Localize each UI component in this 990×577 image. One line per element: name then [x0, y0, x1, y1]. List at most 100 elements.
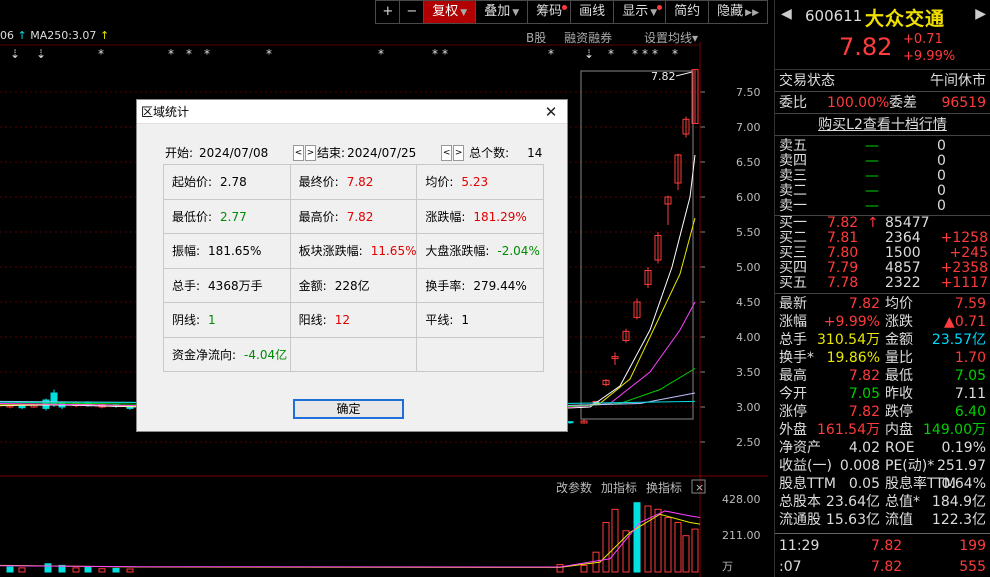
price-box: 7.82 +0.71 +9.99%: [775, 32, 990, 70]
stats-grid-row: 总手: 4368万手 金额: 228亿 换手率: 279.44%: [164, 268, 545, 303]
stats-value: 2.78: [220, 175, 247, 189]
stat-label: 内盘: [885, 422, 913, 438]
event-marker-icon[interactable]: *: [652, 47, 658, 61]
buy-l2-link[interactable]: 购买L2查看十档行情: [775, 114, 990, 136]
end-next-arrow-icon[interactable]: >: [453, 144, 465, 161]
range-stats-dialog[interactable]: 区域统计 ✕ 开始: 2024/07/08 < > 结束: 2024/07/25 …: [136, 99, 568, 432]
event-marker-icon[interactable]: *: [266, 47, 272, 61]
close-icon[interactable]: ✕: [541, 102, 561, 122]
price-axis-label: 2.50: [736, 436, 761, 449]
event-marker-icon[interactable]: *: [642, 47, 648, 61]
chips-button[interactable]: 筹码: [527, 0, 571, 24]
stats-label: 振幅:: [172, 244, 201, 258]
start-prev-arrow-icon[interactable]: <: [293, 144, 305, 161]
stat-value: 7.82: [848, 404, 880, 420]
event-marker-icon[interactable]: ⇣: [36, 47, 46, 61]
ask-label: 卖二: [779, 183, 807, 199]
bid-volume: 85477: [885, 215, 930, 231]
stats-value: 228亿: [334, 278, 370, 293]
event-marker-icon[interactable]: ⇣: [10, 47, 20, 61]
stat-row: 最新 7.82 均价 7.59: [775, 295, 990, 313]
set-ma-link[interactable]: 设置均线▾: [630, 31, 698, 45]
zoom-in-button[interactable]: +: [375, 0, 400, 24]
event-marker-icon[interactable]: *: [442, 47, 448, 61]
date-range-row: 开始: 2024/07/08 < > 结束: 2024/07/25 < > 总个数:…: [165, 144, 542, 161]
event-marker-icon[interactable]: *: [672, 47, 678, 61]
stats-cell: 均价: 5.23: [417, 165, 545, 200]
bid-label: 买四: [779, 260, 807, 276]
fuquan-button[interactable]: 复权 ▼: [423, 0, 476, 24]
stat-value: ▲0.71: [944, 314, 986, 330]
hide-button[interactable]: 隐藏 ▶▶: [708, 0, 768, 24]
bid-price: 7.78: [827, 275, 859, 291]
stats-cell: 换手率: 279.44%: [417, 268, 545, 303]
stats-grid-row: 阴线: 1 阳线: 12 平线: 1: [164, 303, 545, 338]
kline-chart-panel[interactable]: 7.50 7.00 6.50 6.00 5.50 5.00 4.50 4.00 3.50 3.00…: [0, 0, 768, 577]
ma-prefix: 06: [0, 29, 14, 42]
stat-label: 总值*: [885, 494, 920, 510]
stat-row: 净资产 4.02 ROE 0.19%: [775, 439, 990, 457]
zoom-out-button[interactable]: −: [399, 0, 424, 24]
overlay-button[interactable]: 叠加 ▼: [475, 0, 528, 24]
stat-value: 6.40: [954, 404, 986, 420]
ask-volume: 0: [937, 168, 946, 184]
stat-label: 净资产: [779, 440, 821, 456]
price-axis-label: 7.50: [736, 86, 761, 99]
bid-volume-change: +2358: [940, 260, 988, 276]
price-axis-label: 4.00: [736, 331, 761, 344]
bid-row: 买四 7.79 4857 +2358: [775, 261, 990, 276]
event-marker-icon[interactable]: *: [168, 47, 174, 61]
chevron-down-icon: ▼: [460, 8, 468, 18]
display-button[interactable]: 显示 ▼: [613, 0, 666, 24]
event-marker-icon[interactable]: ⇣: [584, 47, 594, 61]
tick-list: 11:29 7.82 199:07 7.82 555: [775, 533, 990, 577]
price-axis-label: 7.00: [736, 121, 761, 134]
stat-value: 161.54万: [817, 422, 880, 438]
stat-label: 收益(一): [779, 458, 832, 474]
simple-mode-button[interactable]: 简约: [665, 0, 709, 24]
stat-value: 23.64亿: [825, 494, 880, 510]
stats-cell: 阳线: 12: [290, 303, 418, 338]
event-marker-icon[interactable]: *: [548, 47, 554, 61]
volume-bar: [611, 508, 619, 573]
ask-price: —: [865, 138, 879, 154]
volume-bar: [644, 505, 652, 573]
stat-row: 流通股 15.63亿 流值 122.3亿: [775, 511, 990, 529]
volume-bar: [72, 567, 80, 573]
ask-label: 卖一: [779, 198, 807, 214]
switch-indicator-link[interactable]: 换指标: [646, 480, 682, 495]
ask-volume: 0: [937, 198, 946, 214]
event-marker-icon[interactable]: *: [204, 47, 210, 61]
stats-cell: 涨跌幅: 181.29%: [417, 199, 545, 234]
end-prev-arrow-icon[interactable]: <: [441, 144, 453, 161]
change-params-link[interactable]: 改参数: [556, 480, 592, 495]
stat-value: 7.59: [954, 296, 986, 312]
stat-value: 251.97: [937, 458, 986, 474]
ask-price: —: [865, 153, 879, 169]
stats-label: 总手:: [172, 278, 201, 293]
confirm-button[interactable]: 确定: [293, 399, 404, 419]
event-marker-icon[interactable]: *: [432, 47, 438, 61]
event-marker-icon[interactable]: *: [186, 47, 192, 61]
stats-cell: 最低价: 2.77: [164, 199, 291, 234]
event-marker-icon[interactable]: *: [378, 47, 384, 61]
draw-line-button[interactable]: 画线: [570, 0, 614, 24]
trade-status-row: 交易状态 午间休市: [775, 70, 990, 92]
bid-price: 7.81: [827, 230, 859, 246]
margin-trading-link[interactable]: 融资融券: [564, 31, 612, 45]
prev-stock-icon[interactable]: ◀: [781, 6, 792, 22]
stats-value: 12: [334, 313, 350, 327]
stats-label: 起始价:: [172, 175, 213, 189]
event-marker-icon[interactable]: *: [608, 47, 614, 61]
region-selection-box[interactable]: [580, 70, 694, 420]
event-marker-icon[interactable]: *: [632, 47, 638, 61]
add-indicator-link[interactable]: 加指标: [601, 480, 637, 495]
next-stock-icon[interactable]: ▶: [975, 6, 986, 22]
ask-label: 卖五: [779, 138, 807, 154]
double-chevron-right-icon: ▶▶: [745, 8, 759, 18]
start-next-arrow-icon[interactable]: >: [305, 144, 317, 161]
b-share-link[interactable]: B股: [526, 31, 546, 45]
stat-label: 涨停: [779, 404, 807, 420]
event-marker-icon[interactable]: *: [98, 47, 104, 61]
quote-panel: ◀ 600611 大众交通 ▶ 7.82 +0.71 +9.99% 交易状态 午…: [774, 0, 990, 577]
